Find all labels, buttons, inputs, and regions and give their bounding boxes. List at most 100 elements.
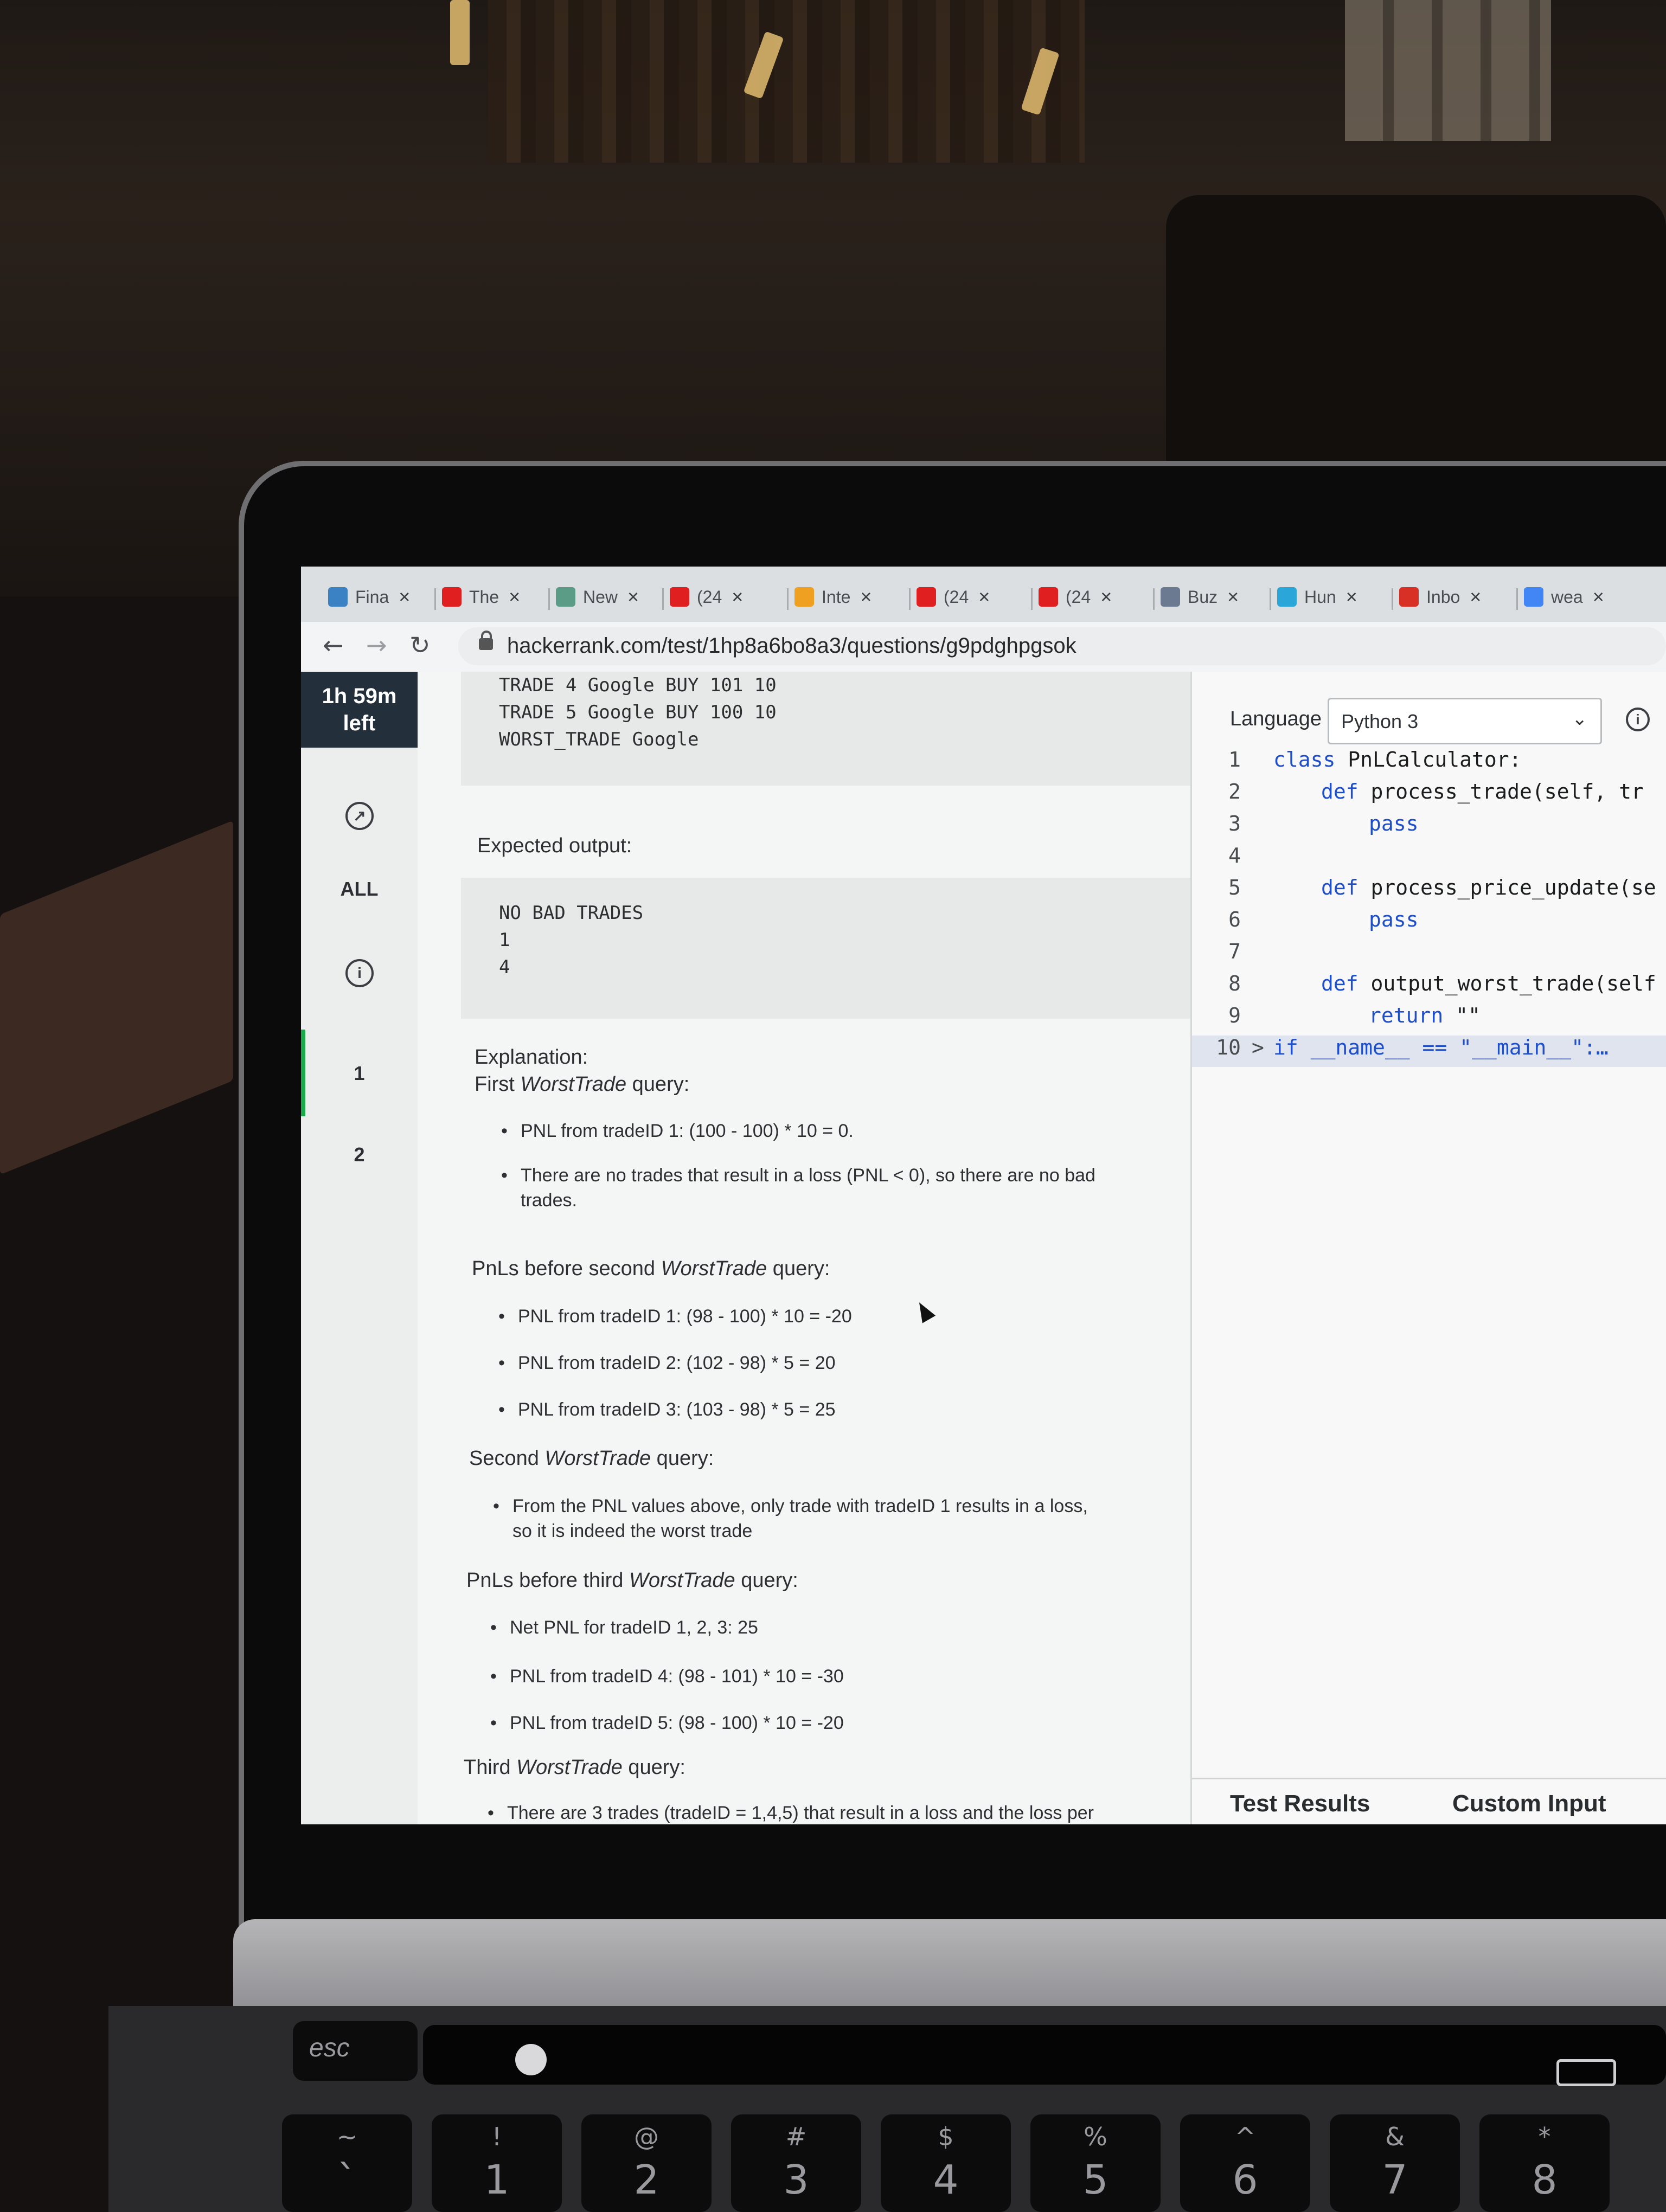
- keyboard-icon[interactable]: [1556, 2059, 1616, 2086]
- code-line[interactable]: 1 class PnLCalculator:: [1192, 748, 1666, 779]
- browser-tab[interactable]: Hun ×: [1277, 581, 1357, 613]
- line-number: 8: [1228, 972, 1241, 995]
- list-item: PNL from tradeID 2: (102 - 98) * 5 = 20: [498, 1353, 836, 1374]
- code-editor-pane: Language Python 3 ⌄ i 1 class PnLCalculat…: [1190, 672, 1666, 1824]
- esc-key[interactable]: esc: [293, 2021, 418, 2081]
- keyboard-key[interactable]: #3: [731, 2114, 861, 2212]
- line-number: 2: [1228, 780, 1241, 803]
- browser-tab[interactable]: New ×: [556, 581, 639, 613]
- browser-tab[interactable]: The ×: [442, 581, 520, 613]
- browser-tab[interactable]: (24 ×: [670, 581, 743, 613]
- expected-output-block: NO BAD TRADES 1 4: [461, 878, 1199, 1019]
- code-line[interactable]: 6 pass: [1192, 908, 1666, 939]
- keyboard-key[interactable]: ^ 6: [1180, 2114, 1310, 2212]
- keyboard-key[interactable]: & 7: [1330, 2114, 1460, 2212]
- reload-icon[interactable]: ↻: [409, 631, 431, 660]
- third-pnl-heading: PnLs before third WorstTrade query:: [466, 1569, 798, 1592]
- code-line[interactable]: 10 > if __name__ == "__main__":…: [1192, 1036, 1666, 1067]
- line-number: 9: [1228, 1004, 1241, 1027]
- code-rest: output_worst_trade(self: [1358, 972, 1656, 995]
- key-shift-symbol: #: [785, 2122, 807, 2151]
- code-line[interactable]: 4: [1192, 844, 1666, 875]
- tab-separator: [1153, 588, 1155, 610]
- results-tabs: Test Results Custom Input: [1192, 1778, 1666, 1824]
- line-number: 1: [1228, 748, 1241, 771]
- tab-separator: [787, 588, 789, 610]
- browser-tab[interactable]: (24 ×: [917, 581, 990, 613]
- expected-output-label: Expected output:: [477, 834, 632, 857]
- gmail-icon: [1399, 587, 1419, 607]
- code-line[interactable]: 2 def process_trade(self, tr: [1192, 780, 1666, 811]
- compass-icon[interactable]: ↗: [345, 802, 374, 830]
- tab-test-results[interactable]: Test Results: [1230, 1790, 1370, 1817]
- browser-tab[interactable]: Fina ×: [328, 581, 410, 613]
- key-symbol: 8: [1532, 2157, 1558, 2203]
- explanation-label: Explanation:: [475, 1046, 588, 1069]
- tab-custom-input[interactable]: Custom Input: [1452, 1790, 1606, 1817]
- browser-tab[interactable]: wea ×: [1524, 581, 1604, 613]
- language-label: Language: [1230, 708, 1322, 730]
- keyboard-key[interactable]: % 5: [1030, 2114, 1161, 2212]
- close-icon[interactable]: ×: [1227, 586, 1239, 608]
- key-shift-symbol: ^: [1234, 2122, 1256, 2151]
- youtube-icon: [442, 587, 462, 607]
- browser-toolbar: ← → ↻ hackerrank.com/test/1hp8a6bo8a3/qu…: [301, 622, 1666, 672]
- openai-icon: [556, 587, 575, 607]
- close-icon[interactable]: ×: [1346, 586, 1357, 608]
- keyboard-key[interactable]: @2: [581, 2114, 712, 2212]
- browser-tab[interactable]: (24 ×: [1039, 581, 1112, 613]
- code-line[interactable]: 9 return "": [1192, 1004, 1666, 1035]
- keyboard-key[interactable]: $4: [881, 2114, 1011, 2212]
- hunter-icon: [1277, 587, 1297, 607]
- info-icon[interactable]: i: [345, 959, 374, 987]
- heading-prefix: Second: [469, 1447, 545, 1470]
- address-bar[interactable]: hackerrank.com/test/1hp8a6bo8a3/question…: [458, 627, 1666, 665]
- language-select[interactable]: Python 3 ⌄: [1328, 698, 1602, 744]
- code-line[interactable]: 3 pass: [1192, 812, 1666, 843]
- keyboard-key[interactable]: * 8: [1479, 2114, 1610, 2212]
- heading-suffix: query:: [735, 1569, 798, 1592]
- close-icon[interactable]: ×: [509, 586, 520, 608]
- keyboard-key[interactable]: ~ `: [282, 2114, 412, 2212]
- close-icon[interactable]: ×: [627, 586, 639, 608]
- tab-title: (24: [1066, 587, 1091, 607]
- code-line[interactable]: 8 def output_worst_trade(self: [1192, 972, 1666, 1003]
- all-questions-button[interactable]: ALL: [301, 878, 418, 901]
- key-symbol: 2: [633, 2157, 659, 2203]
- browser-tab[interactable]: Buz ×: [1161, 581, 1239, 613]
- tab-separator: [1031, 588, 1033, 610]
- info-icon[interactable]: i: [1626, 708, 1650, 731]
- back-arrow-icon[interactable]: ←: [323, 631, 344, 660]
- first-query-heading: First WorstTrade query:: [475, 1073, 689, 1096]
- browser-tab[interactable]: Inbo ×: [1399, 581, 1481, 613]
- tab-separator: [662, 588, 664, 610]
- code-keyword: pass: [1369, 908, 1419, 931]
- forward-arrow-icon[interactable]: →: [366, 631, 387, 660]
- close-icon[interactable]: ×: [1470, 586, 1481, 608]
- code-line[interactable]: 7: [1192, 940, 1666, 971]
- code-line[interactable]: 5 def process_price_update(se: [1192, 876, 1666, 907]
- close-icon[interactable]: ×: [399, 586, 410, 608]
- output-line: 4: [499, 956, 510, 978]
- question-2-button[interactable]: 2: [301, 1143, 418, 1166]
- question-1-button[interactable]: 1: [301, 1062, 418, 1085]
- code-text: def output_worst_trade(self: [1321, 972, 1656, 995]
- heading-prefix: Third: [464, 1756, 517, 1779]
- browser-tab[interactable]: Inte ×: [794, 581, 872, 613]
- book: [0, 820, 233, 1175]
- close-icon[interactable]: ×: [860, 586, 872, 608]
- close-icon[interactable]: ×: [1100, 586, 1112, 608]
- keyboard-key[interactable]: ! 1: [432, 2114, 562, 2212]
- list-item-continued: so it is indeed the worst trade: [512, 1521, 753, 1541]
- close-icon[interactable]: ×: [978, 586, 990, 608]
- fold-chevron-icon[interactable]: >: [1252, 1036, 1264, 1059]
- youtube-icon: [1039, 587, 1058, 607]
- key-symbol: 4: [933, 2157, 959, 2203]
- code-editor[interactable]: 1 class PnLCalculator: 2 def process_trade(…: [1192, 748, 1666, 1116]
- code-keyword: class: [1273, 748, 1336, 771]
- code-rest: process_price_update(se: [1358, 876, 1656, 899]
- close-icon[interactable]: ×: [1593, 586, 1604, 608]
- input-line: TRADE 4 Google BUY 101 10: [499, 674, 777, 696]
- emoji-icon[interactable]: [515, 2044, 547, 2075]
- close-icon[interactable]: ×: [732, 586, 743, 608]
